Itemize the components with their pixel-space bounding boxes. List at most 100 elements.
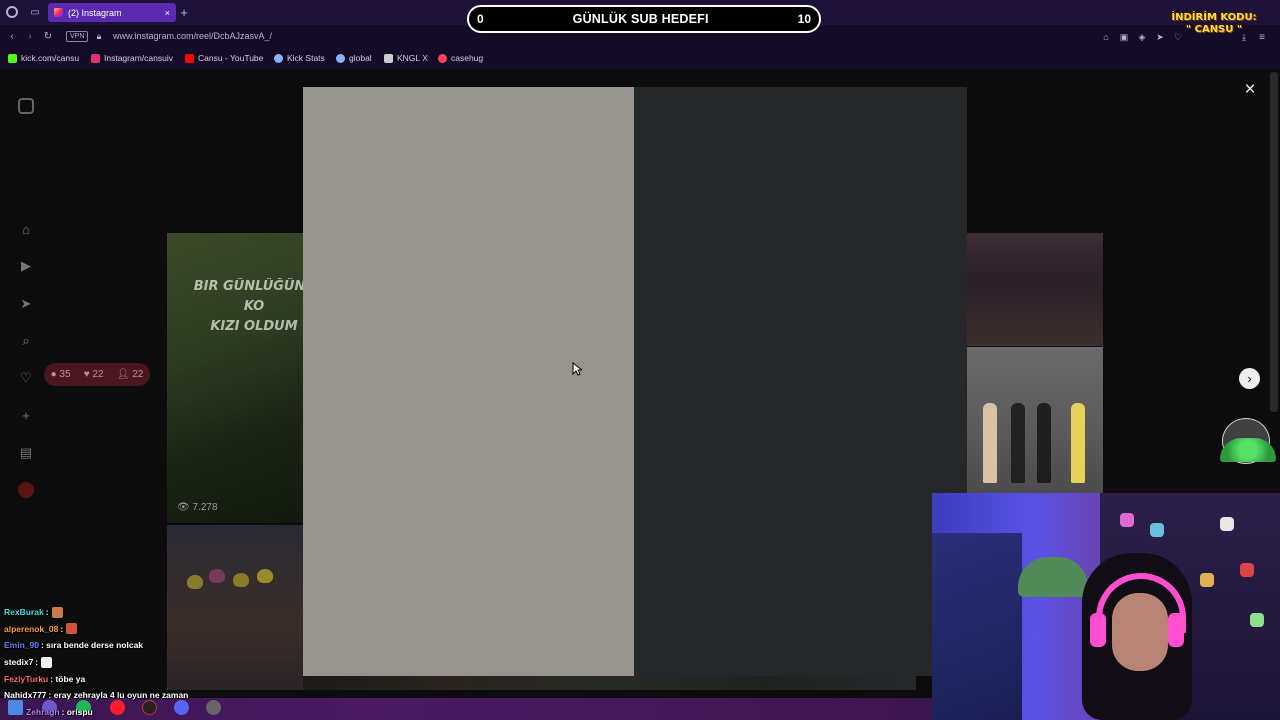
search-icon[interactable]: ⌕ [18, 333, 34, 349]
bookmark-kick[interactable]: kick.com/cansu [8, 53, 79, 63]
forward-icon[interactable]: › [24, 30, 36, 42]
create-icon[interactable]: + [18, 407, 34, 423]
dashboard-icon[interactable]: ▤ [18, 445, 34, 461]
messages-icon[interactable]: ➤ [18, 296, 34, 312]
chat-username: FeziyTurku [4, 673, 49, 684]
emote-icon [41, 656, 53, 668]
chat-text: sıra bende derse nolcak [46, 640, 144, 651]
instagram-favicon-icon [54, 8, 63, 17]
tab-close-icon[interactable]: × [165, 8, 170, 18]
stream-chat-overlay: RexBurak: alperenok_08: Emin_90: sıra be… [4, 604, 264, 720]
discount-code-overlay: İNDİRİM KODU: " CANSU " [1166, 12, 1262, 36]
wall-art [932, 533, 1022, 720]
page-scrollbar[interactable] [1270, 72, 1278, 412]
profile-avatar[interactable] [18, 482, 34, 498]
chat-message: FeziyTurku: töbe ya [4, 673, 86, 684]
bookmark-label: KNGL X [397, 53, 428, 63]
tab-instagram[interactable]: (2) Instagram × [48, 3, 176, 22]
dancer-figure [1037, 403, 1051, 483]
reel-views: 👁︎ 7.278 [177, 502, 218, 513]
reload-icon[interactable]: ↻ [42, 30, 54, 42]
casehug-icon [438, 53, 447, 63]
instagram-icon [91, 53, 100, 63]
reel-thumbnail-right-1[interactable] [967, 233, 1103, 346]
promo-line-1: İNDİRİM KODU: [1171, 12, 1257, 23]
chat-username: Zehragn [26, 706, 60, 717]
stream-screen: ▭ (2) Instagram × + ‹ › ↻ 🔒︎ ⌂ ▣ ◈ ➤ ♡ ⤓… [0, 0, 1280, 720]
youtube-icon [185, 53, 194, 63]
snapshot-icon[interactable]: ▣ [1118, 31, 1130, 43]
new-tab-button[interactable]: + [178, 5, 190, 20]
duck-toy [257, 569, 273, 583]
reel-video-panel[interactable] [303, 87, 634, 676]
chat-username: Emin_90 [4, 640, 39, 651]
chat-text: eray zehrayla 4 lu oyun ne zaman [53, 690, 189, 701]
opera-logo-icon[interactable] [6, 6, 18, 18]
bookmark-kngl-x[interactable]: KNGL X [384, 53, 428, 63]
close-icon[interactable]: × [1240, 79, 1260, 100]
reels-icon[interactable]: ▶ [18, 258, 34, 274]
emote-icon [66, 623, 78, 635]
home-icon[interactable]: ⌂ [18, 221, 34, 237]
bookmark-label: Kick Stats [287, 53, 325, 63]
streamer-webcam [1082, 553, 1192, 720]
stream-stats-pill: ● 35 ♥ 22 👤︎ 22 [44, 363, 150, 386]
next-reel-button[interactable]: › [1239, 368, 1260, 389]
shield-icon[interactable]: ◈ [1136, 31, 1148, 43]
reel-bottom-strip [303, 676, 916, 690]
dancer-figure [1011, 403, 1025, 483]
promo-line-2: " CANSU " [1185, 24, 1243, 35]
notifications-icon[interactable]: ♡ [18, 370, 34, 386]
extension-icon-1[interactable]: ⌂ [1100, 31, 1112, 43]
url-field[interactable]: www.instagram.com/reel/DcbAJzasvA_/ [113, 31, 272, 41]
back-icon[interactable]: ‹ [6, 30, 18, 42]
likes-count: ♥ 22 [83, 369, 104, 380]
chat-message: stedix7: [4, 654, 264, 671]
bookmark-label: Cansu - YouTube [198, 53, 264, 63]
bookmark-label: casehug [451, 53, 484, 63]
reel-thumbnail-left[interactable]: BIR GÜNLÜĞÜNE KO KIZI OLDUM 👁︎ 7.278 [167, 233, 303, 523]
bookmark-label: kick.com/cansu [21, 53, 80, 63]
bookmark-global[interactable]: global [336, 53, 372, 63]
duck-toy [187, 575, 203, 589]
globe-icon [274, 53, 283, 63]
globe-icon [336, 53, 345, 63]
chat-message: Emin_90: sıra bende derse nolcak [4, 640, 144, 651]
green-hat-decoration [1018, 557, 1088, 597]
chat-message: Nahidx777: eray zehrayla 4 lu oyun ne za… [4, 690, 189, 701]
emote-icon [51, 606, 63, 618]
tab-title: (2) Instagram [68, 7, 122, 18]
bookmark-label: Instagram/cansuiv [104, 53, 173, 63]
bookmark-instagram[interactable]: Instagram/cansuiv [91, 53, 173, 63]
viewers-count: 👤︎ 22 [116, 369, 144, 380]
lock-icon[interactable]: 🔒︎ [94, 30, 104, 42]
dancer-figure [1071, 403, 1085, 483]
reel-thumbnail-right-2[interactable] [967, 347, 1103, 493]
bookmark-kick-stats[interactable]: Kick Stats [274, 53, 325, 63]
chat-username: Nahidx777 [4, 690, 47, 701]
mouse-cursor-icon [572, 362, 582, 376]
chat-message: Zehragn: orispu [26, 706, 93, 717]
sub-goal-bar: 0 GÜNLÜK SUB HEDEFI 10 [467, 5, 821, 33]
x-logo-icon [384, 53, 393, 63]
chat-username: alperenok_08 [4, 623, 59, 634]
chat-text: töbe ya [55, 673, 86, 684]
goal-target: 10 [797, 12, 811, 26]
bookmark-youtube[interactable]: Cansu - YouTube [185, 53, 263, 63]
webcam-overlay [932, 493, 1280, 720]
reel-caption: BIR GÜNLÜĞÜNE KO KIZI OLDUM [193, 279, 303, 334]
dancer-figure [983, 403, 997, 483]
plant-decoration [1216, 418, 1276, 490]
send-icon[interactable]: ➤ [1154, 31, 1166, 43]
workspaces-icon[interactable]: ▭ [28, 6, 42, 18]
vpn-badge[interactable]: VPN [66, 31, 89, 42]
comments-count: ● 35 [50, 369, 71, 380]
kick-icon [8, 53, 17, 63]
chat-message: RexBurak: [4, 604, 264, 621]
bookmark-casehug[interactable]: casehug [438, 53, 483, 63]
instagram-logo-icon[interactable] [18, 98, 34, 114]
bookmark-label: global [349, 53, 372, 63]
goal-current: 0 [477, 12, 484, 26]
goal-title: GÜNLÜK SUB HEDEFI [572, 12, 709, 26]
duck-toy [209, 569, 225, 583]
